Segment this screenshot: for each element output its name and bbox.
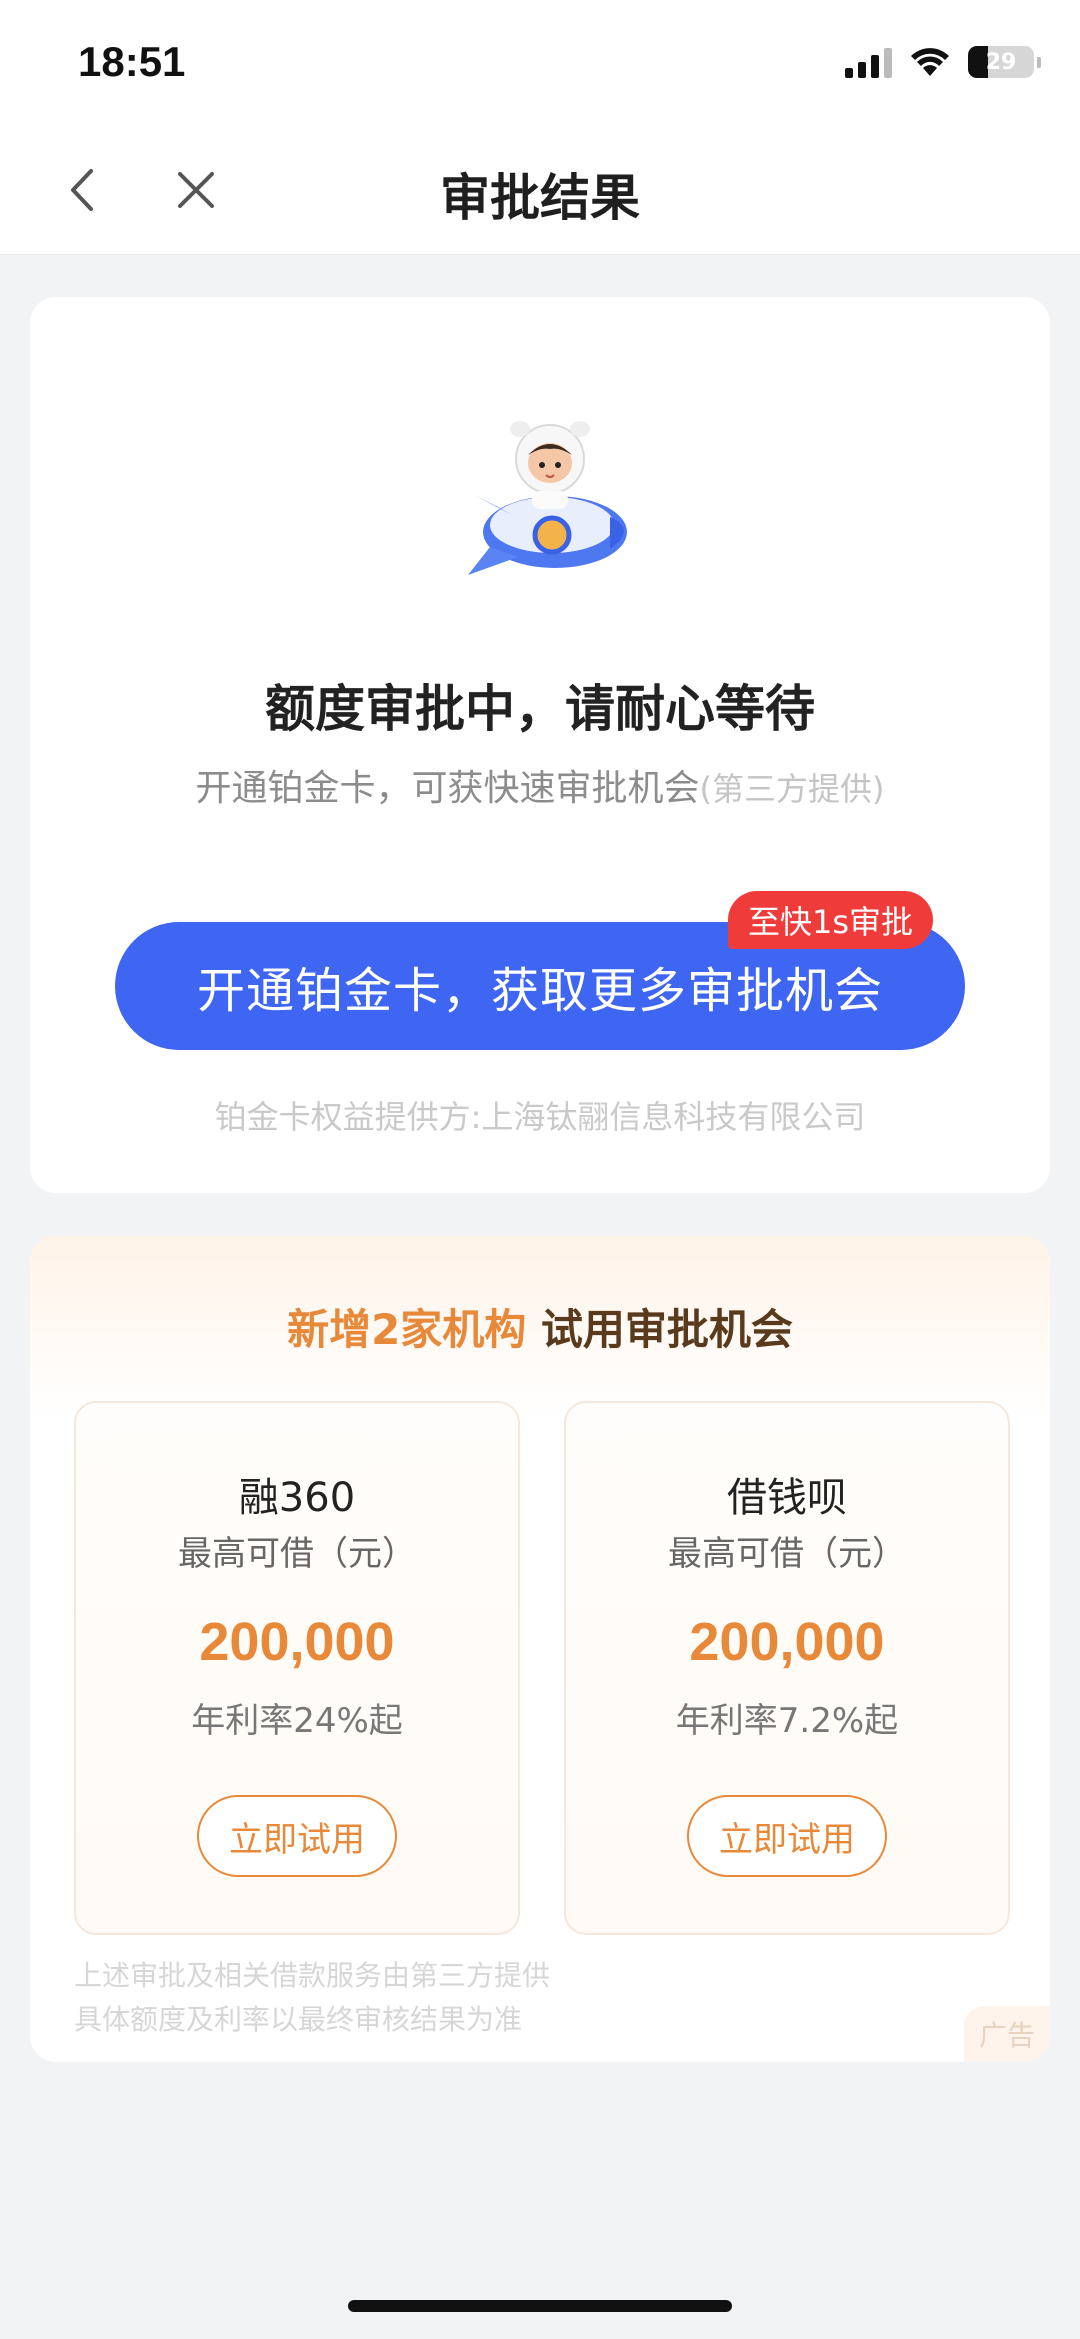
offer-rate: 年利率7.2%起 — [675, 1701, 899, 1741]
offer-name: 借钱呗 — [727, 1475, 847, 1521]
approval-status-title: 额度审批中，请耐心等待 — [265, 680, 815, 738]
benefit-provider-text: 铂金卡权益提供方:上海钛翮信息科技有限公司 — [214, 1098, 866, 1136]
wifi-icon — [911, 48, 949, 76]
offer-amount: 200,000 — [199, 1612, 395, 1672]
page-title: 审批结果 — [440, 169, 640, 227]
try-now-button[interactable]: 立即试用 — [687, 1795, 887, 1877]
approval-subtitle: 开通铂金卡，可获快速审批机会(第三方提供) — [30, 759, 1050, 811]
offer-max-label: 最高可借（元） — [178, 1534, 416, 1574]
third-party-note: (第三方提供) — [699, 770, 885, 808]
status-time: 18:51 — [78, 38, 186, 85]
rocket-mascot-illustration — [468, 421, 627, 575]
offer-rate: 年利率24%起 — [191, 1701, 403, 1741]
offers-section-title: 新增2家机构 试用审批机会 — [30, 1296, 1050, 1357]
offer-amount: 200,000 — [689, 1612, 885, 1672]
disclaimer-line: 具体额度及利率以最终审核结果为准 — [74, 2003, 523, 2036]
status-icons: 29 — [845, 46, 1041, 78]
offers-card: 新增2家机构 试用审批机会 融360 最高可借（元） 200,000 年利率24… — [30, 1236, 1050, 2062]
disclaimer-text: 上述审批及相关借款服务由第三方提供 具体额度及利率以最终审核结果为准 — [74, 1954, 550, 2042]
offer-card-jieqianbei[interactable]: 借钱呗 最高可借（元） 200,000 年利率7.2%起 立即试用 — [564, 1401, 1010, 1935]
approval-card: 额度审批中，请耐心等待 开通铂金卡，可获快速审批机会(第三方提供) 开通铂金卡，… — [30, 297, 1050, 1193]
home-indicator[interactable] — [348, 2300, 732, 2312]
battery-level: 29 — [985, 49, 1017, 75]
try-now-button[interactable]: 立即试用 — [197, 1795, 397, 1877]
offers-title-rest: 试用审批机会 — [540, 1305, 793, 1354]
nav-bar: 审批结果 — [0, 130, 1080, 255]
offer-card-rong360[interactable]: 融360 最高可借（元） 200,000 年利率24%起 立即试用 — [74, 1401, 520, 1935]
disclaimer-line: 上述审批及相关借款服务由第三方提供 — [74, 1959, 551, 1992]
battery-icon: 29 — [968, 46, 1041, 78]
offer-name: 融360 — [238, 1475, 356, 1521]
cellular-signal-icon — [845, 46, 892, 78]
offers-title-highlight: 新增2家机构 — [287, 1305, 527, 1354]
offer-max-label: 最高可借（元） — [668, 1534, 906, 1574]
ad-tag: 广告 — [964, 2006, 1050, 2062]
fast-approval-badge: 至快1s审批 — [728, 891, 934, 949]
status-bar: 18:51 29 — [0, 0, 1080, 130]
approval-subtitle-text: 开通铂金卡，可获快速审批机会 — [195, 768, 700, 809]
